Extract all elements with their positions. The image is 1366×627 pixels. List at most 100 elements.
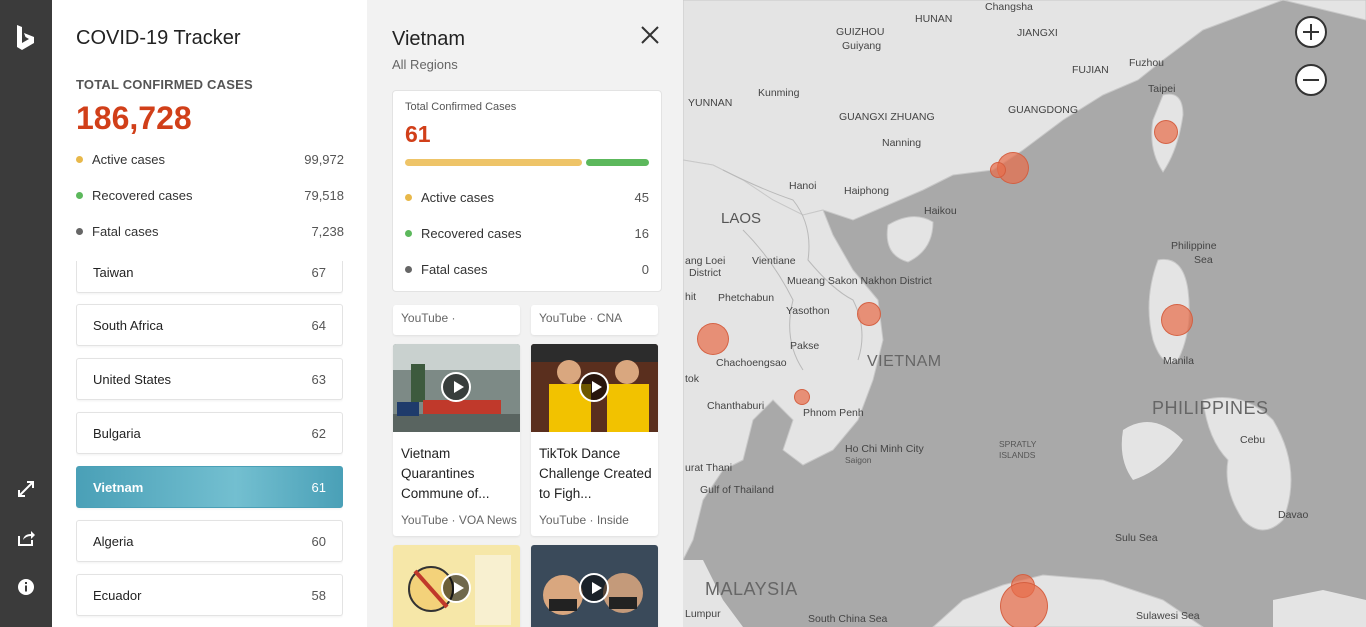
bing-logo-icon[interactable] [15,24,37,52]
stats-panel: COVID-19 Tracker TOTAL CONFIRMED CASES 1… [52,0,367,627]
map-label: tok [685,373,700,385]
case-bubble[interactable] [1161,304,1193,336]
video-card-vietnam-quarantines[interactable]: Vietnam Quarantines Commune of... YouTub… [393,344,520,536]
country-name: Taiwan [93,265,134,280]
country-count: 61 [311,480,326,495]
video-title: Vietnam Quarantines Commune of... [401,446,490,501]
video-card[interactable] [393,545,520,627]
total-confirmed-value: 186,728 [76,100,192,136]
video-title: TikTok Dance Challenge Created to Figh..… [539,446,652,501]
recovered-cases-bar [586,159,649,166]
stat-value: 79,518 [304,188,344,203]
active-dot-icon [405,194,412,201]
case-bubble[interactable] [1154,120,1178,144]
expand-icon[interactable] [16,479,36,499]
map-label: Sulawesi Sea [1136,610,1200,622]
case-bubble[interactable] [1000,582,1048,627]
country-item-algeria[interactable]: Algeria 60 [76,520,343,562]
country-name: United States [93,372,172,387]
map-label: urat Thani [685,462,733,474]
case-bubble[interactable] [697,323,729,355]
map-label: Hanoi [789,180,817,192]
fatal-cases-row: Fatal cases 7,238 [76,224,344,242]
stat-label: Fatal cases [92,224,159,239]
map-label: Gulf of Thailand [700,484,774,496]
map-label: Lumpur [685,608,721,620]
map-view[interactable]: GUIZHOU Guiyang HUNAN Changsha JIANGXI F… [683,0,1366,627]
recovered-cases-row: Recovered cases 79,518 [76,188,344,206]
stat-value: 16 [634,226,649,241]
info-icon[interactable] [16,577,36,597]
map-label-country: LAOS [721,210,762,227]
video-card[interactable]: YouTube · CNA [531,305,658,335]
map-label: HUNAN [915,13,953,25]
country-item-vietnam[interactable]: Vietnam 61 [76,466,343,508]
country-name: Algeria [93,534,134,549]
map-label: Pakse [790,340,820,352]
case-bubble[interactable] [857,302,881,326]
active-cases-bar [405,159,582,166]
map-label-country: PHILIPPINES [1152,398,1269,418]
country-count: 64 [311,318,326,333]
map-label: ISLANDS [999,450,1036,460]
map-label: hit [685,291,697,303]
map-label: Davao [1278,509,1309,521]
map-label: YUNNAN [688,97,733,109]
country-name: Vietnam [93,480,144,495]
zoom-in-icon[interactable] [1295,16,1327,48]
map-label: Yasothon [786,305,830,317]
active-dot-icon [76,156,83,163]
video-card[interactable]: YouTube · [393,305,520,335]
share-icon[interactable] [16,528,36,548]
play-icon[interactable] [441,573,471,603]
card-label: Total Confirmed Cases [405,101,517,113]
detail-fatal-row: Fatal cases 0 [405,262,649,280]
close-icon[interactable] [639,24,661,46]
video-card[interactable] [531,545,658,627]
country-count: 63 [311,372,326,387]
recovered-dot-icon [405,230,412,237]
country-name: Bulgaria [93,426,141,441]
map-label: Haiphong [844,185,889,197]
map-label: Fuzhou [1129,57,1165,69]
video-card-tiktok-dance[interactable]: TikTok Dance Challenge Created to Figh..… [531,344,658,536]
map-label: SPRATLY [999,439,1037,449]
map-label: GUIZHOU [836,26,885,38]
fatal-dot-icon [76,228,83,235]
country-list[interactable]: Taiwan 67 South Africa 64 United States … [76,261,343,627]
stat-label: Active cases [92,152,165,167]
map-label: Kunming [758,87,800,99]
country-item-bulgaria[interactable]: Bulgaria 62 [76,412,343,454]
map-label: Phnom Penh [803,407,864,419]
zoom-out-icon[interactable] [1295,64,1327,96]
play-icon[interactable] [579,372,609,402]
detail-country-name: Vietnam [392,28,466,50]
map-label: Chanthaburi [707,400,765,412]
case-bubble[interactable] [794,389,810,405]
country-item-ecuador[interactable]: Ecuador 58 [76,574,343,616]
stat-value: 0 [641,262,649,277]
stat-label: Active cases [421,190,494,205]
map-label-country: VIETNAM [867,353,942,370]
left-rail [0,0,52,627]
stat-value: 7,238 [311,224,344,239]
play-icon[interactable] [441,372,471,402]
map-label: District [689,267,722,279]
country-item-united-states[interactable]: United States 63 [76,358,343,400]
stat-label: Recovered cases [92,188,193,203]
video-source: YouTube · VOA News [401,513,517,527]
map-label: GUANGXI ZHUANG [839,111,935,123]
map-label: Sulu Sea [1115,532,1158,544]
map-label: FUJIAN [1072,64,1109,76]
country-detail-panel: Vietnam All Regions Total Confirmed Case… [367,0,683,627]
map-label: Nanning [882,137,922,149]
stat-label: Recovered cases [421,226,522,241]
country-item-south-africa[interactable]: South Africa 64 [76,304,343,346]
video-source: YouTube · Inside [539,513,629,527]
play-icon[interactable] [579,573,609,603]
stat-label: Fatal cases [421,262,488,277]
map-label: JIANGXI [1017,27,1058,39]
map-label: Guiyang [842,40,882,52]
country-item-taiwan[interactable]: Taiwan 67 [76,261,343,293]
case-bubble[interactable] [990,162,1006,178]
